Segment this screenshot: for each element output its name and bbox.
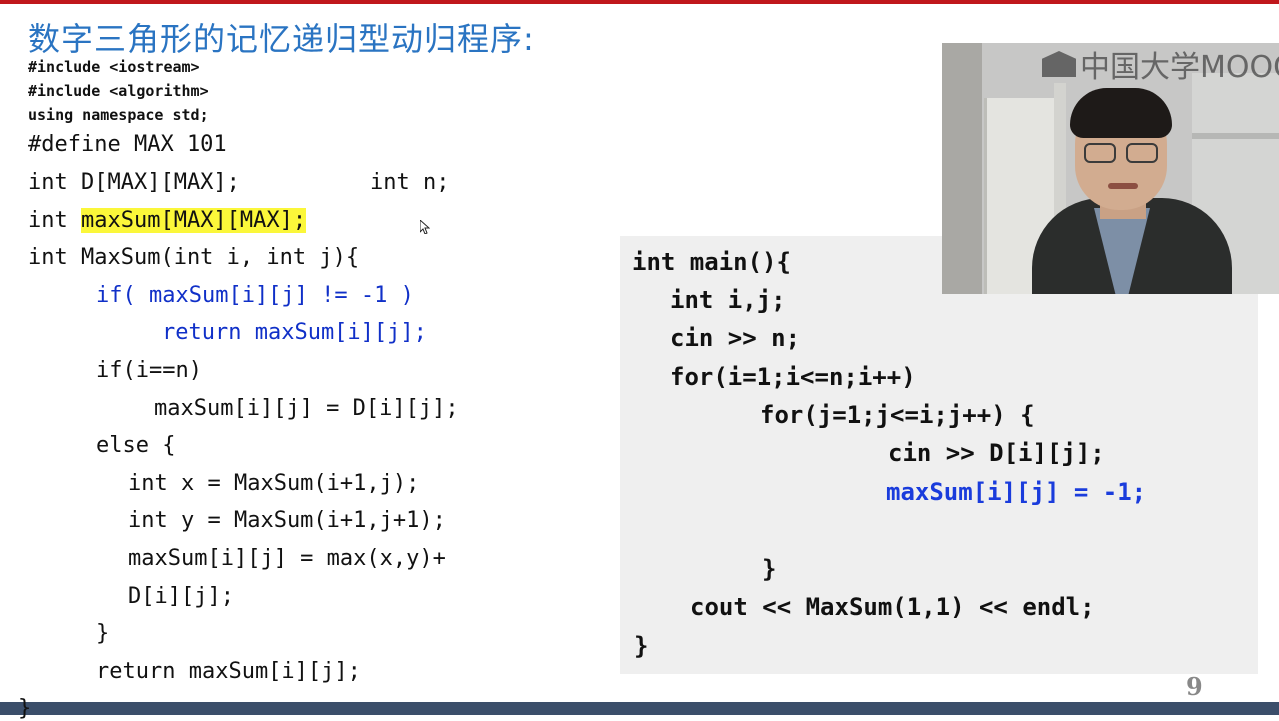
glasses-icon — [1084, 143, 1116, 163]
top-rule — [0, 0, 1279, 4]
lecturer-video: 中国大学MOOC — [942, 43, 1279, 294]
video-wall — [942, 43, 982, 294]
code-return-memo: return maxSum[i][j]; — [162, 320, 427, 345]
code-ij-decl: int i,j; — [670, 286, 786, 314]
code-cout: cout << MaxSum(1,1) << endl; — [690, 593, 1095, 621]
code-main-sig: int main(){ — [632, 248, 791, 276]
code-decl-d: int D[MAX][MAX]; — [28, 170, 240, 195]
code-decl-maxsum: int maxSum[MAX][MAX]; — [28, 208, 307, 233]
glasses-icon — [1126, 143, 1158, 163]
include-line: #include <algorithm> — [28, 82, 209, 100]
main-code-panel: int main(){ int i,j; cin >> n; for(i=1;i… — [620, 236, 1258, 674]
code-for-j: for(j=1;j<=i;j++) { — [760, 401, 1035, 429]
lecturer-mouth — [1108, 183, 1138, 189]
page-number: 9 — [1186, 672, 1203, 701]
code-close-func: } — [18, 696, 32, 721]
code-close-main: } — [634, 632, 649, 660]
video-shelf — [1192, 133, 1279, 139]
highlighted-maxsum: maxSum[MAX][MAX]; — [80, 208, 307, 233]
code-if-base: if(i==n) — [96, 358, 202, 383]
code-max-assign-cont: D[i][j]; — [128, 584, 234, 609]
code-decl-n: int n; — [370, 170, 450, 195]
mooc-logo-icon — [1042, 51, 1076, 77]
code-cin-n: cin >> n; — [670, 324, 801, 352]
code-close-for: } — [762, 555, 777, 583]
code-max-assign: maxSum[i][j] = max(x,y)+ — [128, 546, 446, 571]
code-define: #define MAX 101 — [28, 132, 227, 157]
code-init-memo: maxSum[i][j] = -1; — [886, 478, 1147, 506]
code-if-memo: if( maxSum[i][j] != -1 ) — [96, 283, 414, 308]
include-line: #include <iostream> — [28, 58, 200, 76]
bottom-bar: } — [0, 696, 1279, 721]
mooc-logo: 中国大学MOOC — [1042, 45, 1279, 85]
code-return-final: return maxSum[i][j]; — [96, 659, 361, 684]
mooc-logo-text: 中国大学MOOC — [1080, 50, 1279, 85]
cursor-arrow-icon — [420, 220, 430, 234]
code-keyword: int — [28, 208, 81, 233]
code-y-decl: int y = MaxSum(i+1,j+1); — [128, 508, 446, 533]
lecturer-hair — [1070, 88, 1172, 138]
code-x-decl: int x = MaxSum(i+1,j); — [128, 471, 420, 496]
slide-title: 数字三角形的记忆递归型动归程序: — [28, 20, 535, 58]
code-cin-d: cin >> D[i][j]; — [888, 439, 1105, 467]
include-line: using namespace std; — [28, 106, 209, 124]
code-base-assign: maxSum[i][j] = D[i][j]; — [154, 396, 459, 421]
code-func-sig: int MaxSum(int i, int j){ — [28, 245, 360, 270]
code-close-else: } — [96, 621, 110, 646]
code-for-i: for(i=1;i<=n;i++) — [670, 363, 916, 391]
code-else: else { — [96, 433, 176, 458]
